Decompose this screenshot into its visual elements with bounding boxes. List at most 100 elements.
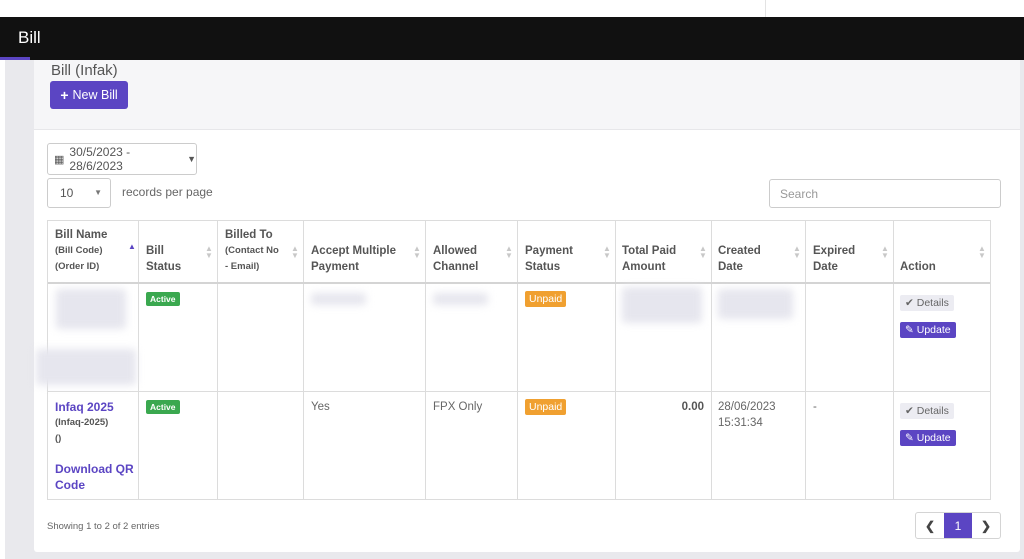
search-input[interactable] — [769, 179, 1001, 208]
page-title: Bill (Infak) — [51, 62, 118, 79]
date-range-value: 30/5/2023 - 28/6/2023 — [69, 145, 131, 173]
table-info: Showing 1 to 2 of 2 entries — [47, 521, 160, 532]
sort-icon[interactable]: ▲ ▼ — [793, 245, 801, 260]
new-bill-button[interactable]: + New Bill — [50, 81, 128, 109]
th-accept-multiple[interactable]: Accept Multiple Payment — [311, 243, 396, 275]
status-badge: Active — [146, 292, 180, 306]
plus-icon: + — [60, 87, 69, 103]
th-expired-date[interactable]: Expired Date — [813, 243, 855, 275]
download-qr-line1: Download QR — [55, 462, 134, 476]
th-channel-line2: Channel — [433, 261, 479, 273]
th-created-line1: Created — [718, 245, 761, 257]
th-bill-name-label: Bill Name — [55, 229, 108, 241]
th-pstatus-line2: Status — [525, 261, 561, 273]
redacted-channel — [433, 293, 488, 305]
th-action-label: Action — [900, 261, 936, 273]
th-total-line1: Total Paid — [622, 245, 677, 257]
th-order-id-label: (Order ID) — [55, 261, 100, 272]
sort-icon[interactable]: ▲ ▼ — [978, 245, 986, 260]
th-email-label: - Email) — [225, 261, 260, 272]
th-bill-status-line2: Status — [146, 261, 182, 273]
prev-page-button[interactable]: ❮ — [916, 513, 944, 538]
page-size-select[interactable]: 10 ▼ — [47, 178, 111, 208]
created-time-value: 15:31:34 — [718, 417, 763, 429]
column-divider — [893, 221, 894, 499]
bills-table: Bill Name (Bill Code) (Order ID) ▲ Bill … — [36, 220, 991, 500]
th-created-line2: Date — [718, 261, 743, 273]
th-channel-line1: Allowed — [433, 245, 478, 257]
download-qr-line2: Code — [55, 478, 85, 492]
bill-panel: Bill (Infak) + New Bill ▦ 30/5/2023 - 28… — [34, 60, 1020, 552]
order-id: () — [55, 433, 62, 444]
update-label: Update — [916, 432, 951, 444]
column-divider — [303, 221, 304, 499]
th-accept-line2: Payment — [311, 261, 359, 273]
check-icon: ✔ — [905, 405, 914, 417]
top-strip — [0, 0, 1024, 17]
th-billed-to[interactable]: Billed To (Contact No - Email) — [225, 227, 279, 275]
details-label: Details — [916, 297, 949, 309]
expired-date-value: - — [813, 401, 817, 413]
bill-name-link[interactable]: Infaq 2025 — [55, 399, 114, 415]
column-divider — [615, 221, 616, 499]
th-total-paid[interactable]: Total Paid Amount — [622, 243, 676, 275]
payment-status-badge: Unpaid — [525, 291, 567, 307]
download-qr-link[interactable]: Download QR Code — [55, 461, 134, 493]
details-label: Details — [916, 405, 949, 417]
created-date-value: 28/06/2023 — [718, 401, 776, 413]
check-icon: ✔ — [905, 297, 914, 309]
th-total-line2: Amount — [622, 261, 666, 273]
th-action[interactable]: Action — [900, 259, 936, 275]
caret-down-icon: ▼ — [187, 154, 196, 164]
update-label: Update — [916, 324, 951, 336]
update-button[interactable]: ✎ Update — [900, 430, 956, 446]
redacted-download-link — [36, 349, 136, 385]
sort-icon[interactable]: ▲ ▼ — [881, 245, 889, 260]
sort-icon[interactable]: ▲ ▼ — [205, 245, 213, 260]
top-divider — [765, 0, 766, 17]
channel-value: FPX Only — [433, 401, 483, 413]
bill-code: (Infaq-2025) — [55, 417, 109, 428]
details-button[interactable]: ✔ Details — [900, 295, 954, 311]
th-allowed-channel[interactable]: Allowed Channel — [433, 243, 478, 275]
total-paid-value: 0.00 — [681, 401, 704, 413]
accept-multiple-value: Yes — [311, 401, 330, 413]
payment-status-badge: Unpaid — [525, 399, 567, 415]
th-pstatus-line1: Payment — [525, 245, 573, 257]
sort-icon[interactable]: ▲ ▼ — [505, 245, 513, 260]
th-bill-status-line1: Bill — [146, 245, 164, 257]
chevron-right-icon: ❯ — [980, 518, 992, 533]
sort-icon[interactable]: ▲ ▼ — [699, 245, 707, 260]
date-range-picker[interactable]: ▦ 30/5/2023 - 28/6/2023 ▼ — [47, 143, 197, 175]
redacted-bill-name — [56, 289, 126, 329]
th-contact-label: (Contact No — [225, 245, 279, 256]
update-button[interactable]: ✎ Update — [900, 322, 956, 338]
status-badge: Active — [146, 400, 180, 414]
th-payment-status[interactable]: Payment Status — [525, 243, 573, 275]
column-divider — [425, 221, 426, 499]
calendar-icon: ▦ — [54, 153, 65, 166]
th-billed-to-label: Billed To — [225, 229, 273, 241]
sort-icon[interactable]: ▲ ▼ — [603, 245, 611, 260]
next-page-button[interactable]: ❯ — [972, 513, 1000, 538]
new-bill-label: New Bill — [72, 88, 118, 102]
row-divider — [48, 391, 990, 392]
caret-down-icon: ▼ — [94, 188, 102, 197]
th-bill-code-label: (Bill Code) — [55, 245, 103, 256]
records-per-page-label: records per page — [122, 185, 213, 199]
column-divider — [517, 221, 518, 499]
sort-icon[interactable]: ▲ ▼ — [291, 245, 299, 260]
details-button[interactable]: ✔ Details — [900, 403, 954, 419]
header-divider — [48, 282, 990, 284]
th-accept-line1: Accept Multiple — [311, 245, 396, 257]
column-divider — [711, 221, 712, 499]
chevron-left-icon: ❮ — [924, 518, 936, 533]
sort-asc-icon[interactable]: ▲ — [128, 243, 136, 251]
th-bill-status[interactable]: Bill Status — [146, 243, 181, 275]
column-divider — [805, 221, 806, 499]
page-1-button[interactable]: 1 — [944, 513, 972, 538]
pencil-icon: ✎ — [905, 432, 914, 444]
sort-icon[interactable]: ▲ ▼ — [413, 245, 421, 260]
th-created-date[interactable]: Created Date — [718, 243, 761, 275]
th-bill-name[interactable]: Bill Name (Bill Code) (Order ID) — [55, 227, 107, 275]
